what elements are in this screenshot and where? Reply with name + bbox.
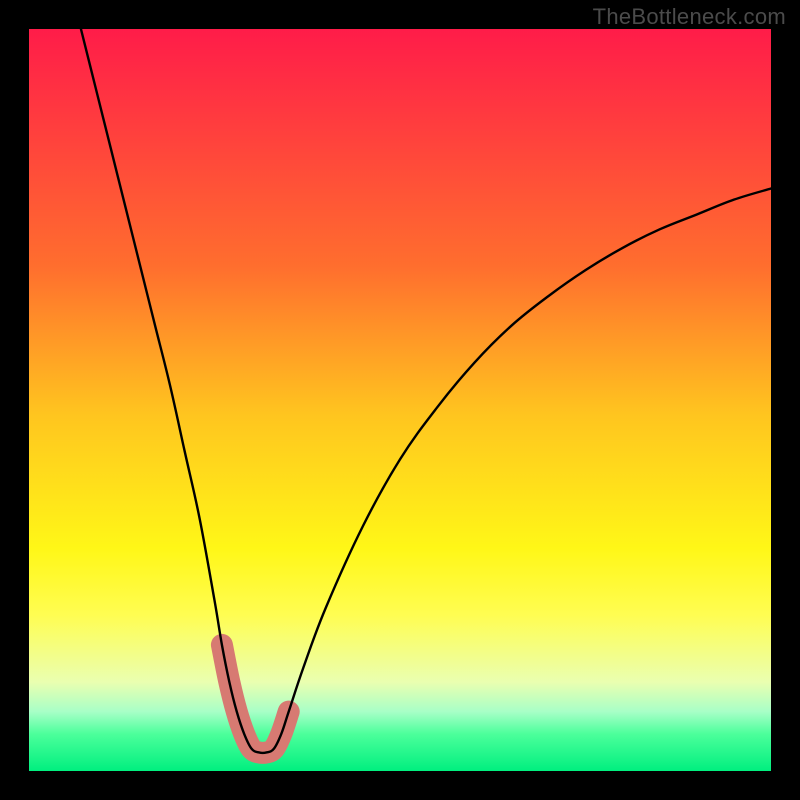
- bottleneck-curve: [81, 29, 771, 753]
- chart-frame: TheBottleneck.com: [0, 0, 800, 800]
- attribution-text: TheBottleneck.com: [593, 4, 786, 30]
- chart-svg: [29, 29, 771, 771]
- highlight-band: [222, 645, 289, 753]
- highlight-path: [222, 645, 289, 753]
- chart-plot-area: [29, 29, 771, 771]
- curve-path: [81, 29, 771, 753]
